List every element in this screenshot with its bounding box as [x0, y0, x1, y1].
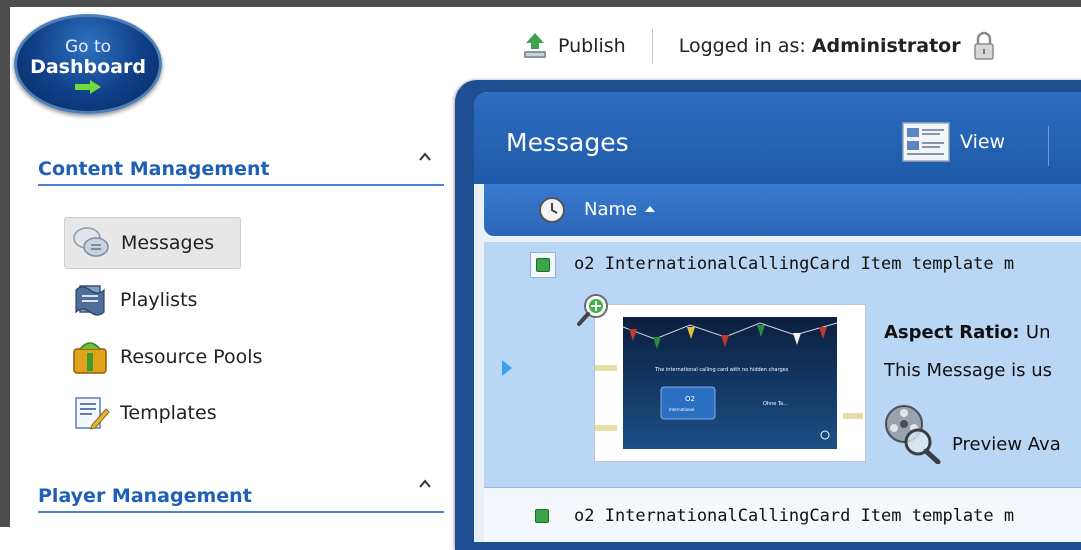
resource-pools-icon [73, 342, 107, 374]
lock-icon[interactable] [973, 31, 995, 61]
panel-title: Messages [506, 128, 629, 157]
header-separator [1048, 126, 1049, 166]
status-green-icon [536, 258, 550, 272]
logged-in-user: Administrator [811, 35, 961, 57]
view-button[interactable]: View [902, 122, 1005, 162]
view-list-icon [902, 122, 950, 162]
row-indicator-icon [502, 360, 512, 376]
thumbnail-right-text: Ohne Ta... [763, 401, 788, 407]
status-green-icon [535, 509, 549, 523]
zoom-in-icon[interactable] [576, 292, 612, 328]
row-status-checkbox[interactable] [530, 252, 556, 278]
player-management-header[interactable]: Player Management [38, 477, 444, 513]
aspect-ratio: Aspect Ratio: Un [884, 322, 1051, 343]
thumbnail-card-text: International [669, 407, 695, 412]
row-name: o2 InternationalCallingCard Item templat… [574, 254, 1015, 274]
row-status-checkbox[interactable] [530, 504, 556, 530]
window-frame-top [0, 0, 1081, 7]
sort-ascending-icon [645, 206, 656, 212]
sidebar-item-templates[interactable]: Templates [64, 387, 229, 439]
sidebar-item-messages[interactable]: Messages [64, 217, 241, 269]
sidebar-item-playlists[interactable]: Playlists [64, 274, 209, 326]
column-header: Name [484, 184, 1081, 236]
sidebar-item-label: Templates [120, 402, 217, 424]
chevron-up-icon[interactable] [418, 150, 432, 164]
chevron-up-icon[interactable] [418, 477, 432, 491]
sidebar-item-resource-pools[interactable]: Resource Pools [64, 331, 274, 383]
aspect-ratio-label: Aspect Ratio: [884, 322, 1020, 343]
content-management-header[interactable]: Content Management [38, 150, 444, 186]
table-row[interactable]: o2 InternationalCallingCard Item templat… [484, 242, 1081, 488]
message-thumbnail[interactable]: The international calling card with no h… [594, 304, 866, 462]
sidebar-item-label: Messages [121, 232, 215, 254]
clock-icon[interactable] [538, 196, 566, 224]
arrow-right-icon [75, 80, 101, 94]
view-button-label: View [960, 131, 1006, 153]
sidebar-item-label: Playlists [120, 289, 198, 311]
thumbnail-image: The international calling card with no h… [595, 317, 863, 449]
preview-link[interactable]: Preview Ava [880, 402, 1061, 464]
messages-panel: Messages View Name o2 InternationalCalli… [474, 92, 1081, 542]
publish-icon[interactable] [520, 31, 550, 61]
preview-text: Preview Ava [952, 433, 1061, 455]
usage-text: This Message is us [884, 360, 1053, 381]
thumbnail-card-brand: O2 [685, 395, 695, 403]
dashboard-button-line2: Dashboard [30, 56, 146, 78]
film-reel-magnifier-icon [885, 405, 941, 464]
sidebar-item-label: Resource Pools [120, 346, 263, 368]
top-toolbar: Publish Logged in as: Administrator [520, 28, 995, 64]
publish-button[interactable]: Publish [558, 35, 626, 57]
go-to-dashboard-button[interactable]: Go to Dashboard [14, 14, 162, 114]
column-name-label: Name [584, 199, 638, 220]
panel-header: Messages View [474, 92, 1081, 184]
column-name-sort[interactable]: Name [584, 199, 656, 220]
window-frame-left [0, 0, 10, 527]
aspect-ratio-value: Un [1025, 322, 1051, 343]
table-row[interactable]: o2 InternationalCallingCard Item templat… [484, 488, 1081, 542]
messages-icon [73, 227, 109, 257]
toolbar-separator [651, 29, 653, 63]
row-name: o2 InternationalCallingCard Item templat… [574, 506, 1015, 526]
thumbnail-headline: The international calling card with no h… [654, 367, 789, 373]
logged-in-label: Logged in as: [678, 35, 806, 57]
dashboard-button-line1: Go to [64, 37, 112, 57]
content-management-title: Content Management [38, 158, 270, 180]
templates-icon [75, 397, 110, 430]
playlists-icon [75, 285, 105, 316]
player-management-title: Player Management [38, 485, 252, 507]
